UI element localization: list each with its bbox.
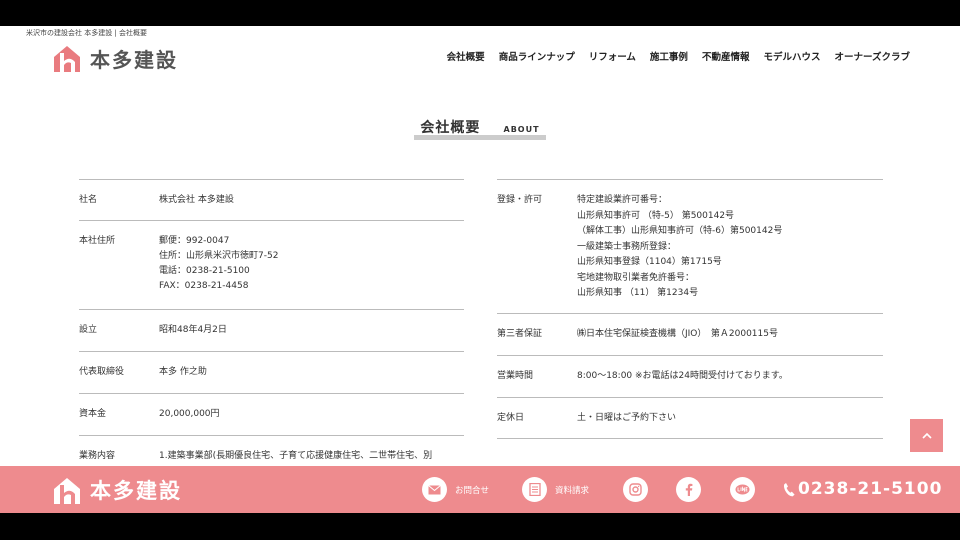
instagram-icon	[623, 477, 648, 502]
company-info-right: 登録・許可 特定建設業許可番号： 山形県知事許可 （特-5） 第500142号 …	[497, 179, 883, 439]
facebook-link[interactable]	[676, 477, 701, 502]
nav-modelhouse[interactable]: モデルハウス	[763, 49, 820, 63]
table-row: 社名 株式会社 本多建設	[79, 179, 464, 220]
nav-works[interactable]: 施工事例	[650, 49, 688, 63]
nav-realestate[interactable]: 不動産情報	[702, 49, 750, 63]
line-link[interactable]	[730, 477, 755, 502]
page: 米沢市の建設会社 本多建設 | 会社概要 本多建設 会社概要 商品ラインナップ …	[0, 26, 960, 513]
row-label: 第三者保証	[497, 329, 543, 339]
row-value: （解体工事）山形県知事許可（特-6）第500142号	[577, 226, 783, 236]
row-label: 代表取締役	[79, 367, 125, 377]
scroll-to-top-button[interactable]	[910, 419, 943, 452]
row-label: 定休日	[497, 413, 525, 423]
section-title: 会社概要 ABOUT	[0, 117, 960, 140]
house-logo-icon	[54, 478, 80, 504]
table-row: 営業時間 8:00〜18:00 ※お電話は24時間受付けております。	[497, 355, 883, 397]
row-value: 土・日曜はご予約下さい	[577, 413, 677, 423]
row-value: 1.建築事業部(長期優良住宅、子育て応援健康住宅、二世帯住宅、別	[159, 451, 433, 461]
table-row: 本社住所 郵便：992-0047 住所：山形県米沢市徳町7-52 電話：0238…	[79, 220, 464, 309]
row-value: 山形県知事 （11） 第1234号	[577, 288, 699, 298]
row-value: 一級建築士事務所登録：	[577, 241, 677, 252]
row-value: 昭和48年4月2日	[159, 325, 227, 335]
section-title-en: ABOUT	[503, 125, 540, 134]
house-logo-icon	[54, 46, 80, 72]
row-value: 電話：0238-21-5100	[159, 266, 250, 276]
company-info-left: 社名 株式会社 本多建設 本社住所 郵便：992-0047 住所：山形県米沢市徳…	[79, 179, 464, 475]
contact-button[interactable]: お問合せ	[422, 477, 489, 502]
row-value: 山形県知事許可 （特-5） 第500142号	[577, 210, 735, 221]
row-value: 宅地建物取引業者免許番号：	[577, 272, 695, 283]
row-value: 住所：山形県米沢市徳町7-52	[159, 251, 279, 261]
row-value: 郵便：992-0047	[159, 236, 230, 246]
document-icon	[522, 477, 547, 502]
row-value: FAX：0238-21-4458	[159, 281, 249, 291]
nav-lineup[interactable]: 商品ラインナップ	[499, 49, 575, 63]
table-row: 第三者保証 ㈱日本住宅保証検査機構（JIO） 第Ａ2000115号	[497, 313, 883, 355]
request-docs-label: 資料請求	[555, 485, 590, 496]
row-value: 株式会社 本多建設	[159, 195, 234, 205]
row-value: ㈱日本住宅保証検査機構（JIO） 第Ａ2000115号	[577, 329, 778, 339]
row-value: 8:00〜18:00 ※お電話は24時間受付けております。	[577, 371, 788, 381]
table-row: 定休日 土・日曜はご予約下さい	[497, 397, 883, 439]
site-logo[interactable]: 本多建設	[52, 43, 178, 73]
request-docs-button[interactable]: 資料請求	[522, 477, 589, 502]
nav-about[interactable]: 会社概要	[447, 49, 485, 63]
main-nav: 会社概要 商品ラインナップ リフォーム 施工事例 不動産情報 モデルハウス オー…	[447, 49, 910, 63]
row-label: 資本金	[79, 409, 107, 419]
facebook-icon	[676, 477, 701, 502]
row-label: 設立	[79, 325, 98, 335]
row-label: 社名	[79, 195, 98, 205]
table-row: 代表取締役 本多 作之助	[79, 351, 464, 393]
footer-phone-number: 0238-21-5100	[798, 479, 943, 499]
footer-bar: 本多建設 お問合せ 資料請求 0238-21-5100	[0, 466, 960, 513]
line-icon	[730, 477, 755, 502]
logo-text: 本多建設	[90, 47, 178, 72]
mail-icon	[422, 477, 447, 502]
chevron-up-icon	[921, 432, 932, 439]
row-label: 登録・許可	[497, 195, 543, 205]
footer-logo[interactable]: 本多建設	[52, 475, 182, 505]
row-label: 営業時間	[497, 371, 534, 381]
footer-phone[interactable]: 0238-21-5100	[783, 479, 942, 499]
table-row: 設立 昭和48年4月2日	[79, 309, 464, 351]
row-value: 本多 作之助	[159, 367, 207, 377]
nav-reform[interactable]: リフォーム	[589, 49, 636, 63]
nav-owners-club[interactable]: オーナーズクラブ	[834, 49, 910, 63]
table-row: 資本金 20,000,000円	[79, 393, 464, 435]
phone-icon	[783, 482, 795, 496]
row-value: 特定建設業許可番号：	[577, 195, 668, 205]
row-value: 20,000,000円	[159, 409, 220, 419]
section-title-jp: 会社概要	[420, 120, 481, 136]
table-row: 登録・許可 特定建設業許可番号： 山形県知事許可 （特-5） 第500142号 …	[497, 179, 883, 313]
instagram-link[interactable]	[623, 477, 648, 502]
row-label: 本社住所	[79, 236, 116, 246]
footer-logo-text: 本多建設	[90, 478, 182, 503]
site-tagline: 米沢市の建設会社 本多建設 | 会社概要	[26, 29, 148, 37]
row-value: 山形県知事登録（1104）第1715号	[577, 257, 722, 267]
contact-label: お問合せ	[455, 485, 490, 496]
